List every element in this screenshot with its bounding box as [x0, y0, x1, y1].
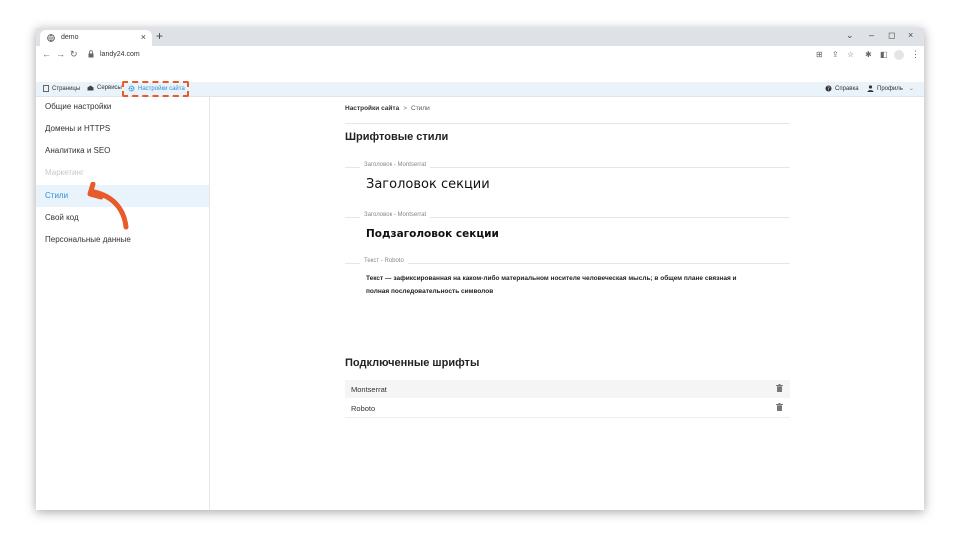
reload-icon[interactable]: ↻ — [70, 49, 78, 60]
annotation-dashed-highlight — [122, 81, 189, 97]
text-style-label: Текст - Roboto — [360, 258, 408, 264]
subheading-style-label: Заголовок - Montserrat — [360, 212, 431, 218]
new-tab-button[interactable]: + — [156, 29, 163, 43]
breadcrumb: Настройки сайта > Стили — [345, 105, 430, 112]
font-styles-title: Шрифтовые стили — [345, 131, 449, 143]
browser-window: demo × + ⌄ – ◻ × ← → ↻ landy24.com ⊞ ⇪ ☆… — [36, 28, 924, 510]
browser-profile-avatar[interactable] — [894, 50, 904, 60]
back-icon[interactable]: ← — [42, 49, 51, 59]
sidebar-item-general[interactable]: Общие настройки — [36, 96, 209, 118]
globe-icon — [47, 34, 55, 42]
browser-toolbar: ← → ↻ landy24.com ⊞ ⇪ ☆ ✱ ◧ ⋮ — [36, 46, 924, 64]
tab-strip: demo × + ⌄ – ◻ × — [36, 28, 924, 46]
chevron-down-icon: ⌄ — [908, 86, 914, 92]
heading-style-legend: Заголовок - Montserrat — [345, 162, 790, 172]
font-row: Roboto — [345, 399, 790, 418]
text-style-legend: Текст - Roboto — [345, 258, 790, 268]
nav-pages[interactable]: Страницы — [43, 85, 80, 92]
url-text: landy24.com — [100, 51, 140, 58]
subheading-sample: Подзаголовок секции — [366, 228, 499, 240]
nav-services-label: Сервисы — [97, 85, 122, 91]
services-icon — [87, 85, 94, 91]
tab-title: demo — [61, 34, 79, 41]
help-icon: ? — [825, 85, 832, 92]
heading-style-label: Заголовок - Montserrat — [360, 162, 431, 168]
user-icon — [867, 85, 874, 92]
browser-tab[interactable]: demo × — [40, 30, 152, 46]
breadcrumb-parent[interactable]: Настройки сайта — [345, 105, 399, 112]
tab-close-icon[interactable]: × — [141, 32, 146, 42]
forward-icon[interactable]: → — [56, 49, 65, 59]
text-sample-line-2: полная последовательность символов — [366, 288, 494, 295]
connected-fonts-title: Подключенные шрифты — [345, 357, 480, 369]
close-window-button[interactable]: × — [908, 30, 913, 40]
trash-icon[interactable] — [776, 384, 783, 392]
font-row: Montserrat — [345, 380, 790, 398]
divider — [345, 123, 790, 124]
address-bar[interactable]: landy24.com — [84, 48, 804, 62]
main-content: Настройки сайта > Стили Шрифтовые стили За… — [210, 97, 924, 510]
nav-pages-label: Страницы — [52, 85, 81, 92]
nav-services[interactable]: Сервисы — [87, 85, 122, 91]
extensions-icon[interactable]: ✱ — [865, 50, 872, 59]
profile-menu[interactable]: Профиль ⌄ — [867, 85, 914, 92]
share-icon[interactable]: ⇪ — [832, 50, 839, 59]
sidebar-item-marketing[interactable]: Маркетинг — [36, 162, 209, 184]
settings-sidebar: Общие настройки Домены и HTTPS Аналитика… — [36, 97, 210, 510]
browser-menu-icon[interactable]: ⋮ — [911, 49, 920, 60]
profile-label: Профиль — [877, 85, 903, 92]
bookmark-star-icon[interactable]: ☆ — [847, 50, 854, 59]
lock-icon — [88, 50, 94, 58]
heading-sample: Заголовок секции — [366, 177, 490, 192]
help-label: Справка — [835, 85, 859, 92]
side-panel-icon[interactable]: ◧ — [880, 50, 888, 59]
page-icon — [43, 85, 49, 92]
sidebar-item-analytics[interactable]: Аналитика и SEO — [36, 140, 209, 162]
svg-text:?: ? — [827, 86, 830, 92]
tab-search-icon[interactable]: ⌄ — [846, 30, 854, 41]
breadcrumb-current: Стили — [411, 105, 430, 112]
trash-icon[interactable] — [776, 403, 783, 411]
breadcrumb-separator: > — [403, 105, 407, 112]
font-name: Montserrat — [351, 385, 387, 394]
text-sample-line-1: Текст — зафиксированная на каком-либо ма… — [366, 275, 737, 282]
annotation-arrow-icon — [87, 182, 129, 230]
sidebar-item-personal-data[interactable]: Персональные данные — [36, 229, 209, 251]
sidebar-item-domains[interactable]: Домены и HTTPS — [36, 118, 209, 140]
translate-icon[interactable]: ⊞ — [816, 50, 823, 59]
subheading-style-legend: Заголовок - Montserrat — [345, 212, 790, 222]
font-name: Roboto — [351, 404, 376, 413]
minimize-button[interactable]: – — [869, 30, 874, 40]
help-link[interactable]: ? Справка — [825, 85, 859, 92]
maximize-button[interactable]: ◻ — [888, 30, 895, 41]
